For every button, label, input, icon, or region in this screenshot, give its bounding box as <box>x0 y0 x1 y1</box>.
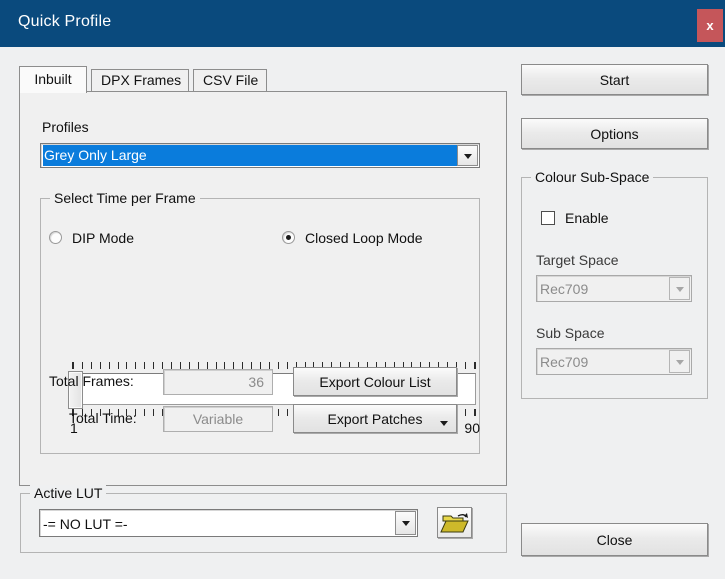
browse-lut-button[interactable] <box>437 507 472 538</box>
chevron-down-icon <box>401 521 410 526</box>
tab-panel-inbuilt: Profiles Grey Only Large Select Time per… <box>19 91 507 486</box>
tab-strip: Inbuilt DPX Frames CSV File <box>19 66 507 93</box>
radio-closed-loop-mode-indicator <box>282 231 295 244</box>
slider-tick <box>277 362 279 369</box>
slider-tick <box>242 362 244 369</box>
quick-profile-window: Quick Profile x Inbuilt DPX Frames CSV F… <box>0 0 725 579</box>
slider-tick <box>464 409 466 416</box>
slider-tick <box>268 362 270 369</box>
slider-tick <box>260 362 262 369</box>
close-button[interactable]: Close <box>521 523 708 556</box>
colour-subspace-enable-label: Enable <box>565 210 609 226</box>
chevron-down-icon <box>675 286 684 292</box>
slider-tick <box>286 362 288 369</box>
window-title: Quick Profile <box>18 13 112 30</box>
start-button-label: Start <box>599 71 630 88</box>
export-patches-button[interactable]: Export Patches <box>293 404 457 433</box>
profiles-combobox-value: Grey Only Large <box>43 145 457 166</box>
slider-tick <box>99 362 101 369</box>
slider-tick <box>473 409 476 416</box>
slider-tick <box>197 362 199 369</box>
slider-tick <box>126 362 128 369</box>
slider-tick <box>277 409 279 416</box>
tab-inbuilt[interactable]: Inbuilt <box>19 66 87 93</box>
options-button-label: Options <box>590 125 639 142</box>
slider-tick <box>251 362 253 369</box>
slider-tick <box>170 362 172 369</box>
target-space-value: Rec709 <box>540 281 589 297</box>
radio-dip-mode-label: DIP Mode <box>72 230 134 246</box>
slider-tick <box>215 362 217 369</box>
slider-tick <box>179 362 181 369</box>
options-button[interactable]: Options <box>521 118 708 149</box>
tab-control: Inbuilt DPX Frames CSV File Profiles Gre… <box>19 66 507 486</box>
open-folder-icon <box>440 513 469 533</box>
slider-tick <box>188 362 190 369</box>
tab-csv-file[interactable]: CSV File <box>193 69 267 92</box>
export-colour-list-label: Export Colour List <box>319 373 431 390</box>
target-space-combobox[interactable]: Rec709 <box>536 275 692 302</box>
active-lut-value: -= NO LUT =- <box>43 516 128 532</box>
slider-tick <box>90 362 92 369</box>
slider-tick <box>135 362 137 369</box>
slider-tick <box>233 362 235 369</box>
client-area: Inbuilt DPX Frames CSV File Profiles Gre… <box>0 47 725 579</box>
slider-tick <box>81 362 83 369</box>
select-time-per-frame-title: Select Time per Frame <box>50 190 200 206</box>
slider-tick <box>108 362 110 369</box>
profiles-combobox-dropdown-button[interactable] <box>457 145 478 166</box>
chevron-down-icon <box>675 359 684 365</box>
export-patches-label: Export Patches <box>327 410 423 427</box>
slider-tick <box>153 362 155 369</box>
total-frames-label: Total Frames: <box>49 373 134 389</box>
profiles-label: Profiles <box>42 119 89 135</box>
active-lut-dropdown-button[interactable] <box>395 511 416 535</box>
total-frames-field: 36 <box>163 369 273 395</box>
active-lut-combobox[interactable]: -= NO LUT =- <box>39 509 418 537</box>
sub-space-dropdown-button[interactable] <box>669 350 690 373</box>
start-button[interactable]: Start <box>521 64 708 95</box>
chevron-down-icon <box>463 153 472 159</box>
title-bar: Quick Profile x <box>4 0 725 47</box>
slider-tick <box>153 409 155 416</box>
slider-tick <box>72 362 74 369</box>
slider-tick <box>144 409 146 416</box>
target-space-dropdown-button[interactable] <box>669 277 690 300</box>
slider-tick <box>144 362 146 369</box>
close-button-label: Close <box>596 531 633 548</box>
slider-tick <box>473 362 476 369</box>
slider-tick <box>224 362 226 369</box>
active-lut-title: Active LUT <box>30 485 107 501</box>
radio-dip-mode-indicator <box>49 231 62 244</box>
slider-tick <box>464 362 466 369</box>
close-window-button[interactable]: x <box>697 9 723 42</box>
slider-tick <box>117 362 119 369</box>
radio-closed-loop-mode-label: Closed Loop Mode <box>305 230 423 246</box>
slider-max-label: 90 <box>464 420 480 436</box>
slider-tick <box>286 409 288 416</box>
chevron-down-icon[interactable] <box>440 421 448 426</box>
total-time-label: Total Time: <box>69 410 137 426</box>
profiles-combobox[interactable]: Grey Only Large <box>40 143 480 168</box>
export-colour-list-button[interactable]: Export Colour List <box>293 367 457 396</box>
checkbox-indicator <box>541 211 555 225</box>
slider-tick <box>206 362 208 369</box>
sub-space-label: Sub Space <box>536 325 605 341</box>
total-time-field: Variable <box>163 406 273 432</box>
target-space-label: Target Space <box>536 252 619 268</box>
colour-subspace-title: Colour Sub-Space <box>531 169 654 185</box>
sub-space-combobox[interactable]: Rec709 <box>536 348 692 375</box>
slider-tick <box>162 362 164 369</box>
sub-space-value: Rec709 <box>540 354 589 370</box>
tab-dpx-frames[interactable]: DPX Frames <box>91 69 189 92</box>
